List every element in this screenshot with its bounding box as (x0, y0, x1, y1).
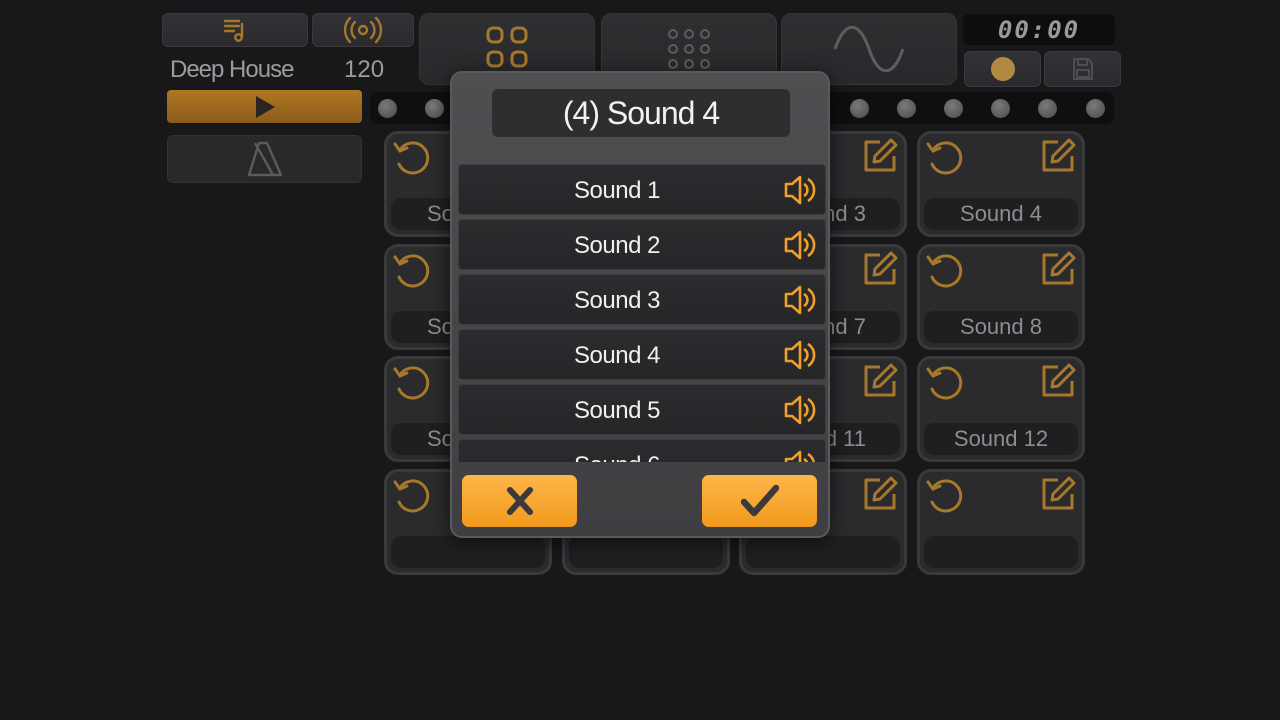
pad-name: Sound 8 (924, 311, 1078, 343)
reset-icon[interactable] (924, 251, 966, 291)
cancel-button[interactable] (462, 475, 577, 527)
playlist-icon (223, 19, 244, 42)
reset-icon[interactable] (924, 476, 966, 516)
speaker-icon[interactable] (783, 392, 819, 428)
pad-name: Sound 12 (924, 423, 1078, 455)
sound-picker-dialog: (4) Sound 4 Sound 1 Sound 2 Sound 3 Soun… (450, 71, 830, 538)
broadcast-button[interactable] (312, 13, 414, 47)
broadcast-icon (343, 16, 383, 44)
preset-name[interactable]: Deep House (170, 56, 294, 84)
sound-list-item[interactable]: Sound 5 (458, 384, 826, 435)
edit-icon[interactable] (860, 249, 900, 289)
reset-icon[interactable] (391, 251, 433, 291)
pad-name (924, 536, 1078, 568)
bpm-value[interactable]: 120 (344, 56, 384, 84)
play-button[interactable] (167, 90, 362, 123)
sound-label: Sound 4 (574, 341, 660, 369)
sound-label: Sound 2 (574, 231, 660, 259)
reset-icon[interactable] (391, 138, 433, 178)
sound-list-item[interactable]: Sound 3 (458, 274, 826, 325)
pad-name (746, 536, 900, 568)
pads-grid-icon (486, 26, 528, 68)
sine-wave-icon (833, 26, 905, 72)
confirm-button[interactable] (702, 475, 817, 527)
pad-name (391, 536, 545, 568)
step-dot[interactable] (897, 99, 916, 118)
step-dot[interactable] (1038, 99, 1057, 118)
edit-icon[interactable] (1038, 136, 1078, 176)
save-button[interactable] (1044, 51, 1121, 87)
sound-pad[interactable]: Sound 4 (917, 131, 1085, 237)
sound-label: Sound 1 (574, 176, 660, 204)
sound-pad[interactable]: Sound 8 (917, 244, 1085, 350)
metronome-button[interactable] (167, 135, 362, 183)
speaker-icon[interactable] (783, 227, 819, 263)
edit-icon[interactable] (860, 361, 900, 401)
record-icon (990, 57, 1015, 81)
step-dot[interactable] (991, 99, 1010, 118)
dialog-title: (4) Sound 4 (492, 89, 790, 137)
edit-icon[interactable] (1038, 361, 1078, 401)
play-icon (255, 95, 275, 118)
sound-pad[interactable] (917, 469, 1085, 575)
speaker-icon[interactable] (783, 172, 819, 208)
sound-list-item[interactable]: Sound 1 (458, 164, 826, 215)
playlist-button[interactable] (162, 13, 308, 47)
step-dot[interactable] (425, 99, 444, 118)
edit-icon[interactable] (1038, 249, 1078, 289)
pad-name: Sound 4 (924, 198, 1078, 230)
step-dot[interactable] (378, 99, 397, 118)
pad-name (569, 536, 723, 568)
sound-pad[interactable]: Sound 12 (917, 356, 1085, 462)
speaker-icon[interactable] (783, 447, 819, 462)
sound-list-item[interactable]: Sound 6 (458, 439, 826, 462)
step-dot[interactable] (1086, 99, 1105, 118)
reset-icon[interactable] (391, 363, 433, 403)
sound-list[interactable]: Sound 1 Sound 2 Sound 3 Sound 4 Sound 5 … (458, 164, 826, 462)
sound-list-item[interactable]: Sound 4 (458, 329, 826, 380)
speaker-icon[interactable] (783, 282, 819, 318)
step-dot[interactable] (850, 99, 869, 118)
sound-label: Sound 5 (574, 396, 660, 424)
reset-icon[interactable] (924, 363, 966, 403)
reset-icon[interactable] (924, 138, 966, 178)
dots-grid-icon (668, 29, 710, 69)
save-icon (1072, 58, 1093, 80)
timer-display: 00:00 (963, 14, 1115, 45)
reset-icon[interactable] (391, 476, 433, 516)
step-dot[interactable] (944, 99, 963, 118)
edit-icon[interactable] (860, 474, 900, 514)
sound-label: Sound 3 (574, 286, 660, 314)
sound-list-item[interactable]: Sound 2 (458, 219, 826, 270)
edit-icon[interactable] (860, 136, 900, 176)
sound-label: Sound 6 (459, 440, 775, 463)
metronome-icon (247, 141, 282, 177)
edit-icon[interactable] (1038, 474, 1078, 514)
close-icon (506, 487, 533, 515)
record-button[interactable] (964, 51, 1041, 87)
speaker-icon[interactable] (783, 337, 819, 373)
check-icon (740, 484, 779, 517)
